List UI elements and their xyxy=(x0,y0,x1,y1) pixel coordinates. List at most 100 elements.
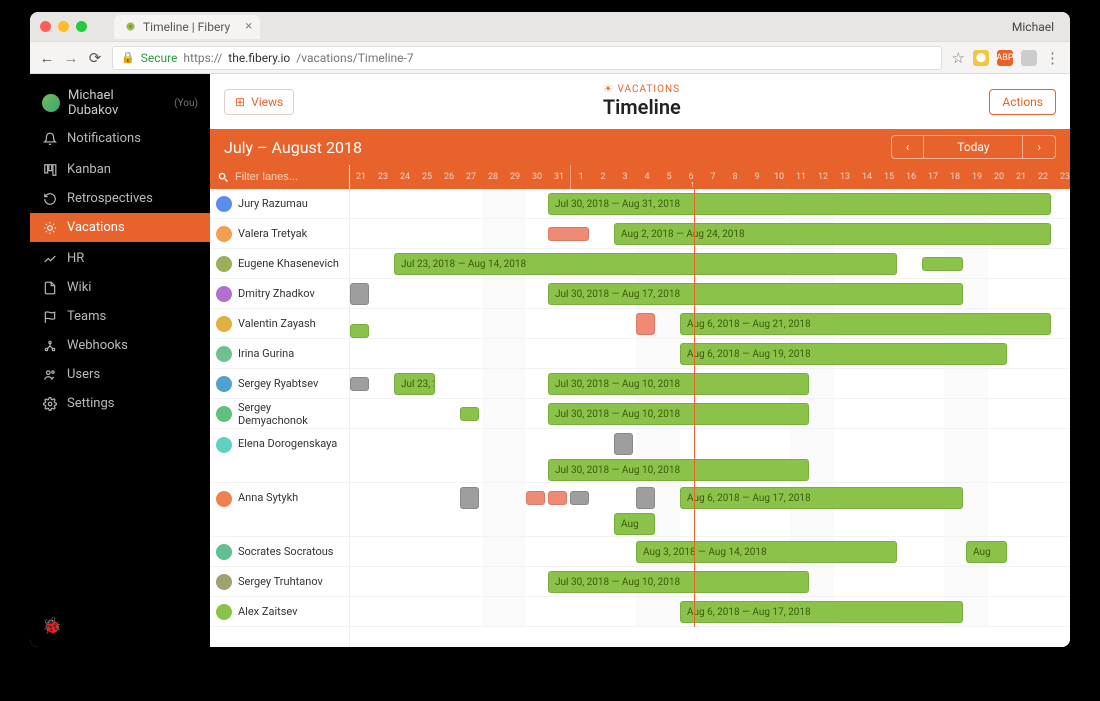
sidebar-item-settings[interactable]: Settings xyxy=(30,389,210,418)
favicon xyxy=(124,20,137,33)
day-header-cell: 16 xyxy=(900,165,922,189)
lane[interactable]: Socrates Socratous xyxy=(210,537,349,567)
sidebar-item-wiki[interactable]: Wiki xyxy=(30,273,210,302)
sidebar-item-kanban[interactable]: Kanban xyxy=(30,155,210,184)
retro-icon xyxy=(42,191,57,206)
address-bar[interactable]: 🔒 Secure https://the.fibery.io/vacations… xyxy=(112,46,942,70)
sidebar-item-hr[interactable]: HR xyxy=(30,244,210,273)
menu-icon[interactable]: ⋮ xyxy=(1045,49,1060,67)
sidebar-item-vacations[interactable]: Vacations xyxy=(30,213,210,242)
tab-title: Timeline | Fibery xyxy=(143,20,230,34)
sidebar-item-retrospectives[interactable]: Retrospectives xyxy=(30,184,210,213)
vacation-bar[interactable]: Aug 6, 2018 — Aug 19, 2018 xyxy=(680,343,1007,365)
timeline-row: Aug 2, 2018 — Aug 24, 2018 xyxy=(350,219,1070,249)
kanban-icon xyxy=(42,162,57,177)
app-body: Michael Dubakov (You) NotificationsKanba… xyxy=(30,74,1070,647)
lane[interactable]: Irina Gurina xyxy=(210,339,349,369)
extension-icon[interactable]: ⬤ xyxy=(973,50,989,66)
vacation-bar[interactable] xyxy=(350,377,369,391)
vacation-bar[interactable] xyxy=(350,283,369,305)
vacation-bar[interactable] xyxy=(460,487,479,509)
sidebar-item-webhooks[interactable]: Webhooks xyxy=(30,331,210,360)
breadcrumb[interactable]: ☀ VACATIONS xyxy=(294,84,989,95)
lane-name: Jury Razumau xyxy=(238,197,308,210)
lane[interactable]: Dmitry Zhadkov xyxy=(210,279,349,309)
lane[interactable]: Alex Zaitsev xyxy=(210,597,349,627)
reload-button[interactable]: ⟳ xyxy=(88,51,102,65)
vacation-bar[interactable]: Jul 30, 2018 — Aug 10, 2018 xyxy=(548,373,809,395)
vacation-bar[interactable]: Aug xyxy=(966,541,1007,563)
vacation-bar[interactable]: Jul 30, 2018 — Aug 17, 2018 xyxy=(548,283,963,305)
views-button[interactable]: ⊞ Views xyxy=(224,89,294,115)
lane[interactable]: Anna Sytykh xyxy=(210,483,349,537)
abp-extension-icon[interactable]: ABP xyxy=(997,50,1013,66)
browser-tab[interactable]: Timeline | Fibery × xyxy=(114,15,260,39)
url-path: /vacations/Timeline-7 xyxy=(296,51,413,65)
lane-avatar xyxy=(216,574,232,590)
vacation-bar[interactable] xyxy=(460,407,479,421)
lane[interactable]: Jury Razumau xyxy=(210,189,349,219)
lane-name: Elena Dorogenskaya xyxy=(238,437,337,450)
back-button[interactable]: ← xyxy=(40,51,54,65)
user-name: Michael Dubakov xyxy=(68,88,166,118)
extension-icon[interactable] xyxy=(1021,50,1037,66)
maximize-window-button[interactable] xyxy=(76,21,87,32)
vacation-bar[interactable]: Aug 6, 2018 — Aug 21, 2018 xyxy=(680,313,1051,335)
close-tab-icon[interactable]: × xyxy=(245,19,252,34)
lane[interactable]: Sergey Ryabtsev xyxy=(210,369,349,399)
vacation-bar[interactable]: Aug xyxy=(614,513,655,535)
sidebar-item-teams[interactable]: Teams xyxy=(30,302,210,331)
close-window-button[interactable] xyxy=(40,21,51,32)
profile-name[interactable]: Michael xyxy=(1012,20,1060,34)
minimize-window-button[interactable] xyxy=(58,21,69,32)
vacation-bar[interactable] xyxy=(570,491,589,505)
today-button[interactable]: Today xyxy=(923,135,1023,159)
vacation-bar[interactable]: Jul 30, 2018 — Aug 10, 2018 xyxy=(548,459,809,481)
vacation-bar[interactable] xyxy=(350,324,369,338)
lane-name: Eugene Khasenevich xyxy=(238,257,339,270)
vacation-bar[interactable]: Jul 30, 2018 — Aug 31, 2018 xyxy=(548,193,1051,215)
lane[interactable]: Valera Tretyak xyxy=(210,219,349,249)
filter-input[interactable] xyxy=(235,171,335,183)
vacation-bar[interactable]: Jul 30, 2018 — Aug 10, 2018 xyxy=(548,571,809,593)
day-header-cell: 14 xyxy=(856,165,878,189)
vacation-bar[interactable]: Aug 6, 2018 — Aug 17, 2018 xyxy=(680,601,963,623)
vacation-bar[interactable]: Aug 3, 2018 — Aug 14, 2018 xyxy=(636,541,897,563)
sidebar-item-users[interactable]: Users xyxy=(30,360,210,389)
timeline-row: Jul 30, 2018 — Aug 31, 2018 xyxy=(350,189,1070,219)
day-header-cell: 13 xyxy=(834,165,856,189)
vacation-bar[interactable] xyxy=(614,433,633,455)
lane[interactable]: Valentin Zayash xyxy=(210,309,349,339)
vacation-bar[interactable] xyxy=(636,313,655,335)
bug-icon[interactable]: 🐞 xyxy=(42,616,62,635)
next-range-button[interactable]: › xyxy=(1023,135,1056,159)
vacation-bar[interactable] xyxy=(548,491,567,505)
vacation-bar[interactable] xyxy=(922,257,963,271)
prev-range-button[interactable]: ‹ xyxy=(891,135,924,159)
vacation-bar[interactable]: Jul 23, 2018 — Aug 14, 2018 xyxy=(394,253,897,275)
lane[interactable]: Eugene Khasenevich xyxy=(210,249,349,279)
vacation-bar[interactable] xyxy=(636,487,655,509)
lane[interactable]: Sergey Truhtanov xyxy=(210,567,349,597)
lane-name: Irina Gurina xyxy=(238,347,294,360)
vacation-bar[interactable]: Jul 23, 20 xyxy=(394,373,435,395)
vacation-bar[interactable] xyxy=(526,491,545,505)
day-header-cell: 15 xyxy=(878,165,900,189)
vacation-bar[interactable]: Aug 6, 2018 — Aug 17, 2018 xyxy=(680,487,963,509)
lanes-list: Jury Razumau Valera Tretyak Eugene Khasene… xyxy=(210,189,349,627)
actions-button[interactable]: Actions xyxy=(989,89,1056,115)
vacation-bar[interactable]: Aug 2, 2018 — Aug 24, 2018 xyxy=(614,223,1051,245)
forward-button[interactable]: → xyxy=(64,51,78,65)
day-header-cell: 27 xyxy=(460,165,482,189)
sidebar-item-notifications[interactable]: Notifications xyxy=(30,124,210,153)
timeline-row: Jul 30, 2018 — Aug 10, 2018 xyxy=(350,429,1070,483)
lane[interactable]: Elena Dorogenskaya xyxy=(210,429,349,483)
bookmark-icon[interactable]: ☆ xyxy=(952,49,965,67)
vacation-bar[interactable] xyxy=(548,227,589,241)
sidebar-user[interactable]: Michael Dubakov (You) xyxy=(30,82,210,124)
vacation-bar[interactable]: Jul 30, 2018 — Aug 10, 2018 xyxy=(548,403,809,425)
day-header-cell: 2 xyxy=(592,165,614,189)
today-indicator xyxy=(694,165,695,627)
lane[interactable]: Sergey Demyachonok xyxy=(210,399,349,429)
timeline-grid[interactable]: 2123242526272829303112345678910111213141… xyxy=(350,165,1070,647)
